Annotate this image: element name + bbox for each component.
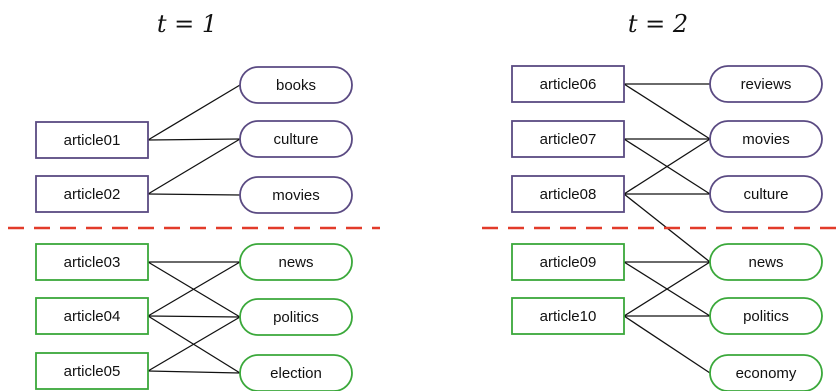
tag-node: culture bbox=[239, 120, 353, 158]
article-label: article03 bbox=[64, 254, 121, 271]
article-node: article08 bbox=[511, 175, 625, 213]
tag-label: politics bbox=[743, 308, 789, 325]
bipartite-diagram: t = 1 article01 article02 article03 article0… bbox=[8, 10, 838, 391]
article-node: article06 bbox=[511, 65, 625, 103]
tag-label: movies bbox=[742, 131, 790, 148]
tag-node: news bbox=[709, 243, 823, 281]
article-node: article04 bbox=[35, 297, 149, 335]
tag-label: movies bbox=[272, 187, 320, 204]
article-label: article04 bbox=[64, 308, 121, 325]
edge-a04-politics bbox=[147, 315, 241, 318]
tag-node: politics bbox=[239, 298, 353, 336]
article-label: article10 bbox=[540, 308, 597, 325]
tag-node: economy bbox=[709, 354, 823, 391]
article-node: article03 bbox=[35, 243, 149, 281]
tag-node: news bbox=[239, 243, 353, 281]
edge-a02-movies bbox=[147, 193, 241, 196]
tag-node: politics bbox=[709, 297, 823, 335]
article-node: article10 bbox=[511, 297, 625, 335]
tag-node: books bbox=[239, 66, 353, 104]
edge-a01-books bbox=[147, 84, 241, 141]
tag-label: economy bbox=[736, 365, 797, 382]
article-node: article02 bbox=[35, 175, 149, 213]
tag-label: culture bbox=[743, 186, 788, 203]
article-label: article01 bbox=[64, 132, 121, 149]
edge-a02-culture bbox=[147, 138, 241, 195]
tag-node: culture bbox=[709, 175, 823, 213]
tag-label: news bbox=[278, 254, 313, 271]
tag-label: culture bbox=[273, 131, 318, 148]
tag-label: books bbox=[276, 77, 316, 94]
edge-a01-culture bbox=[147, 138, 241, 141]
tag-node: movies bbox=[709, 120, 823, 158]
tag-label: reviews bbox=[741, 76, 792, 93]
article-node: article07 bbox=[511, 120, 625, 158]
article-label: article07 bbox=[540, 131, 597, 148]
edge-a10-economy bbox=[623, 315, 711, 374]
tag-node: reviews bbox=[709, 65, 823, 103]
panel-title: t = 1 bbox=[157, 10, 217, 38]
tag-label: news bbox=[748, 254, 783, 271]
tag-label: election bbox=[270, 365, 322, 382]
panel-title: t = 2 bbox=[628, 10, 688, 38]
article-node: article09 bbox=[511, 243, 625, 281]
article-label: article02 bbox=[64, 186, 121, 203]
tag-node: movies bbox=[239, 176, 353, 214]
tag-node: election bbox=[239, 354, 353, 391]
article-label: article06 bbox=[540, 76, 597, 93]
edge-a05-election bbox=[147, 370, 241, 374]
article-label: article09 bbox=[540, 254, 597, 271]
article-label: article08 bbox=[540, 186, 597, 203]
article-label: article05 bbox=[64, 363, 121, 380]
article-node: article01 bbox=[35, 121, 149, 159]
article-node: article05 bbox=[35, 352, 149, 390]
panel-t1: t = 1 article01 article02 article03 article0… bbox=[8, 10, 380, 391]
tag-label: politics bbox=[273, 309, 319, 326]
panel-t2: t = 2 article06 article07 article08 article0… bbox=[482, 10, 838, 391]
edge-a06-movies bbox=[623, 83, 711, 140]
